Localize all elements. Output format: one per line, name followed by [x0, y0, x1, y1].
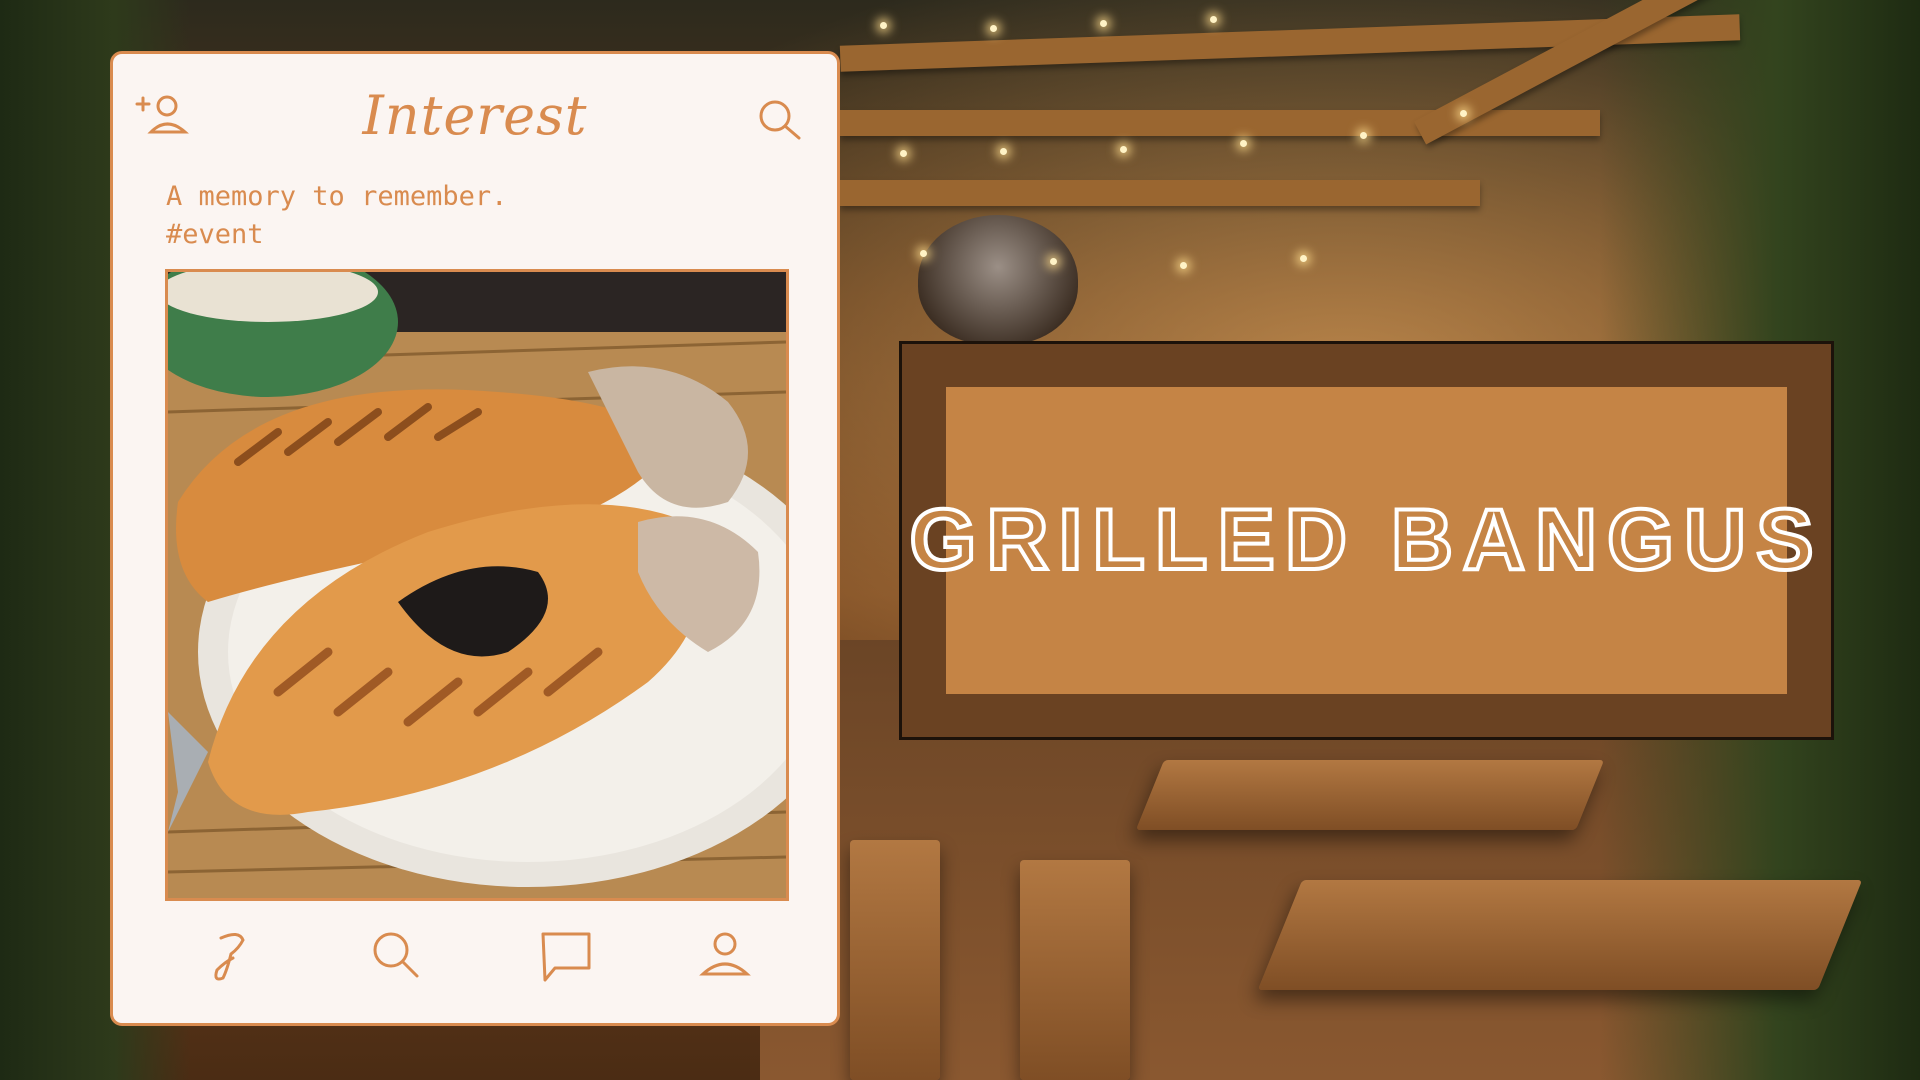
social-post-card: Interest A memory to remember. #event [110, 51, 840, 1026]
string-light [1240, 140, 1247, 147]
post-caption: A memory to remember. #event [166, 178, 766, 254]
string-light [990, 25, 997, 32]
headline-text: GRILLED BANGUS [908, 490, 1824, 590]
grilled-fish-photo [168, 272, 786, 898]
headline-panel: GRILLED BANGUS [899, 341, 1834, 740]
string-light [1300, 255, 1307, 262]
wooden-bench [850, 840, 940, 1080]
app-title: Interest [362, 84, 588, 147]
string-light [880, 22, 887, 29]
wooden-table [1257, 880, 1863, 990]
home-logo-icon [214, 933, 245, 981]
string-light [920, 250, 927, 257]
ceiling-beam [840, 110, 1600, 136]
string-light [1460, 110, 1467, 117]
string-light [1100, 20, 1107, 27]
pendant-lamp [918, 215, 1078, 345]
search-icon [759, 100, 801, 140]
string-light [1120, 146, 1127, 153]
string-light [1360, 132, 1367, 139]
headline-inner: GRILLED BANGUS [908, 387, 1816, 694]
nav-home-button[interactable] [199, 924, 263, 988]
hashtag[interactable]: #event [166, 216, 766, 254]
search-icon [373, 932, 419, 978]
wooden-table [1135, 760, 1605, 830]
bottom-nav [113, 924, 837, 1004]
search-button[interactable] [753, 94, 807, 144]
post-photo [165, 269, 789, 901]
string-light [1210, 16, 1217, 23]
string-light [1050, 258, 1057, 265]
message-icon [541, 932, 591, 982]
nav-search-button[interactable] [363, 924, 427, 988]
nav-profile-button[interactable] [693, 924, 757, 988]
string-light [1000, 148, 1007, 155]
profile-icon [699, 932, 751, 976]
string-light [1180, 262, 1187, 269]
string-light [900, 150, 907, 157]
ceiling-beam [840, 180, 1480, 206]
nav-messages-button[interactable] [533, 924, 597, 988]
wooden-bench [1020, 860, 1130, 1080]
caption-text: A memory to remember. [166, 181, 508, 212]
